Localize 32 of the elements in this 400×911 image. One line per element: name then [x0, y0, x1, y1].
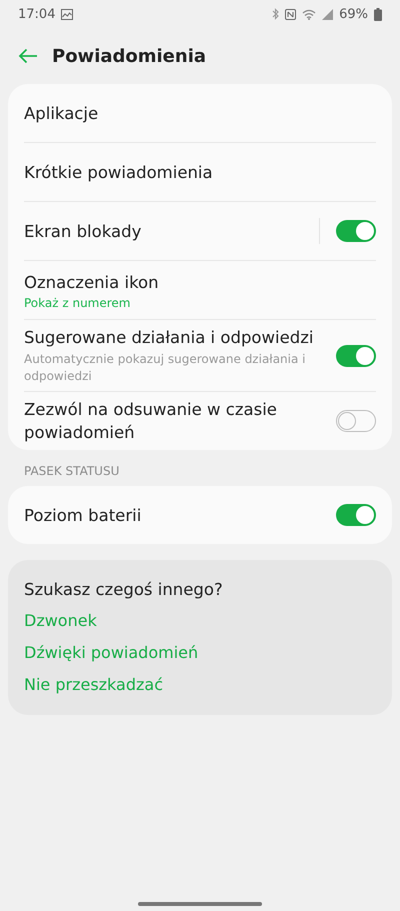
bluetooth-icon: [272, 8, 280, 20]
setting-title: Oznaczenia ikon: [24, 272, 160, 294]
battery-percent: 69%: [339, 6, 368, 22]
setting-title: Aplikacje: [24, 102, 100, 124]
settings-row[interactable]: Zezwól na odsuwanie w czasie powiadomień: [24, 391, 376, 450]
suggestions-title: Szukasz czegoś innego?: [24, 580, 224, 599]
settings-row[interactable]: Aplikacje: [24, 84, 376, 142]
setting-title: Ekran blokady: [24, 220, 142, 242]
settings-row[interactable]: Sugerowane działania i odpowiedzi Automatycznie pokazuj sugerowane działania i odpowiedzi: [24, 319, 376, 391]
setting-description: Automatycznie pokazuj sugerowane działania i odpowiedzi: [24, 351, 306, 385]
toggle-switch[interactable]: [336, 504, 376, 526]
page-title: Powiadomienia: [52, 46, 206, 66]
wifi-icon: [302, 8, 316, 20]
settings-row[interactable]: Oznaczenia ikon Pokaż z numerem: [24, 260, 376, 319]
toggle-switch[interactable]: [336, 410, 376, 432]
signal-icon: [322, 8, 334, 20]
battery-icon: [374, 8, 382, 20]
settings-row[interactable]: Ekran blokady: [24, 201, 376, 260]
image-icon: [61, 8, 74, 20]
setting-title: Sugerowane działania i odpowiedzi: [24, 327, 314, 349]
settings-row[interactable]: Poziom baterii: [24, 486, 376, 544]
toggle-switch[interactable]: [336, 220, 376, 242]
back-button[interactable]: [18, 48, 38, 64]
setting-title: Zezwól na odsuwanie w czasie powiadomień: [24, 399, 278, 444]
toggle-switch[interactable]: [336, 344, 376, 366]
setting-title: Poziom baterii: [24, 504, 142, 526]
setting-title: Krótkie powiadomienia: [24, 162, 214, 184]
settings-row[interactable]: Krótkie powiadomienia: [24, 142, 376, 201]
nfc-icon: [285, 8, 296, 20]
clock: 17:04: [18, 6, 56, 22]
setting-summary: Pokaż z numerem: [24, 296, 132, 310]
section-header: PASEK STATUSU: [23, 463, 120, 480]
